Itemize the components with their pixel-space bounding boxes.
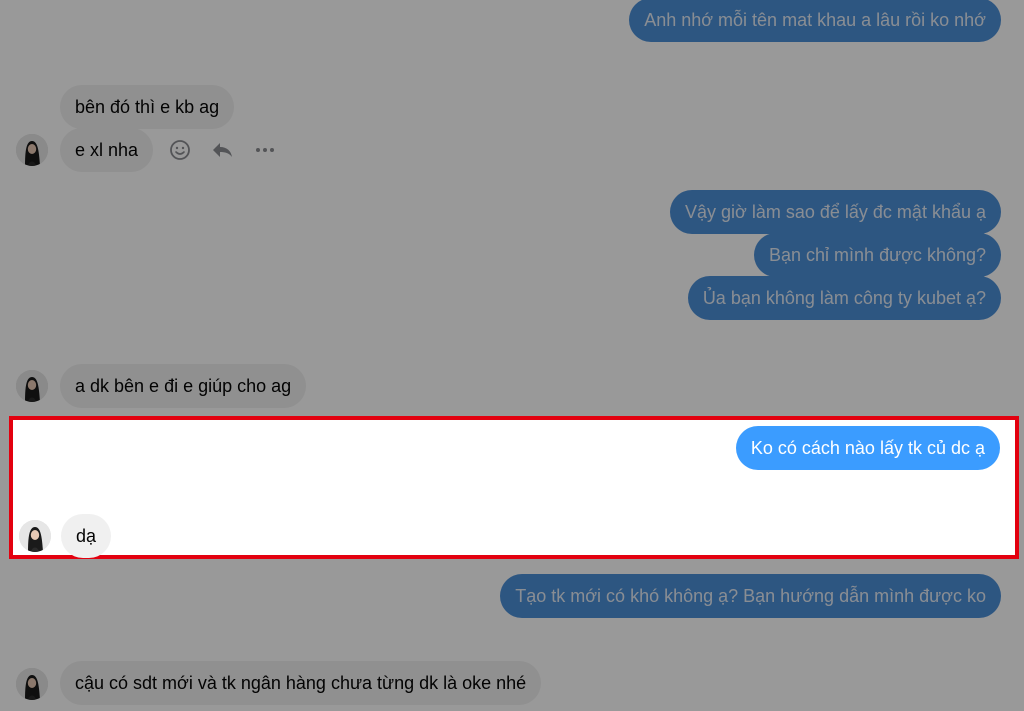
avatar[interactable]: [16, 668, 48, 700]
outgoing-message[interactable]: Ủa bạn không làm công ty kubet ạ?: [687, 276, 1001, 320]
incoming-message[interactable]: cậu có sdt mới và tk ngân hàng chưa từng…: [60, 661, 542, 705]
smiley-icon[interactable]: [166, 136, 194, 164]
incoming-message[interactable]: a dk bên e đi e giúp cho ag: [60, 364, 307, 408]
avatar[interactable]: [19, 520, 51, 552]
avatar[interactable]: [16, 134, 48, 166]
reply-icon[interactable]: [208, 136, 236, 164]
outgoing-message[interactable]: Ko có cách nào lấy tk củ dc ạ: [735, 426, 1000, 470]
highlight-box: Ko có cách nào lấy tk củ dc ạ dạ: [9, 416, 1019, 559]
incoming-message[interactable]: bên đó thì e kb ag: [60, 85, 235, 129]
avatar[interactable]: [16, 370, 48, 402]
outgoing-message[interactable]: Bạn chỉ mình được không?: [754, 233, 1001, 277]
more-icon[interactable]: [251, 136, 279, 164]
chat-thread: Anh nhớ mỗi tên mat khau a lâu rồi ko nh…: [0, 0, 1024, 711]
incoming-message[interactable]: e xl nha: [60, 128, 154, 172]
outgoing-message[interactable]: Anh nhớ mỗi tên mat khau a lâu rồi ko nh…: [629, 0, 1001, 42]
outgoing-message[interactable]: Vậy giờ làm sao để lấy đc mật khẩu ạ: [670, 190, 1001, 234]
outgoing-message[interactable]: Tạo tk mới có khó không ạ? Bạn hướng dẫn…: [500, 574, 1001, 618]
incoming-message[interactable]: dạ: [61, 514, 112, 558]
